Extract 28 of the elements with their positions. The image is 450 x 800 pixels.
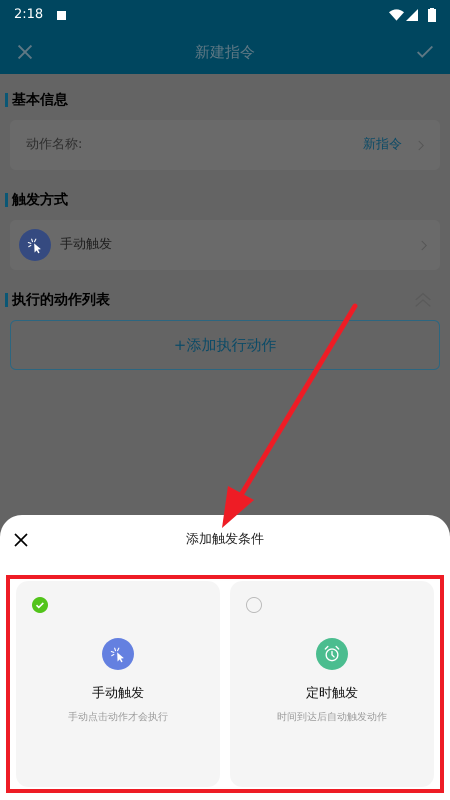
header-title: 新建指令 [194, 42, 256, 63]
battery-icon [428, 8, 436, 22]
section-title: 执行的动作列表 [12, 290, 111, 310]
trigger-row[interactable]: 手动触发 [10, 220, 440, 270]
alarm-clock-icon [322, 644, 342, 664]
section-marker [5, 93, 8, 107]
trigger-option-card[interactable]: 手动触发 手动点击动作才会执行 [16, 581, 220, 787]
option-description: 手动点击动作才会执行 [68, 710, 168, 724]
section-title: 触发方式 [12, 190, 69, 210]
notification-icon [57, 10, 66, 20]
sheet-title: 添加触发条件 [185, 531, 265, 550]
trigger-label: 手动触发 [60, 236, 113, 254]
name-row[interactable]: 动作名称: 新指令 [10, 120, 440, 170]
option-description: 时间到达后自动触发动作 [277, 710, 387, 724]
field-value: 新指令 [363, 136, 402, 154]
option-title: 定时触发 [306, 685, 358, 703]
option-title: 手动触发 [92, 685, 144, 703]
wifi-icon [389, 9, 404, 21]
checked-radio[interactable] [32, 597, 48, 613]
section-marker [5, 293, 8, 307]
add-action-button[interactable]: +添加执行动作 [10, 320, 440, 370]
trigger-option-card[interactable]: 定时触发 时间到达后自动触发动作 [230, 581, 434, 787]
section-title: 基本信息 [12, 90, 69, 110]
section-marker [5, 193, 8, 207]
field-label: 动作名称: [26, 136, 84, 154]
signal-icon [406, 9, 418, 21]
status-time: 2:18 [14, 6, 44, 24]
close-icon[interactable] [12, 531, 30, 549]
